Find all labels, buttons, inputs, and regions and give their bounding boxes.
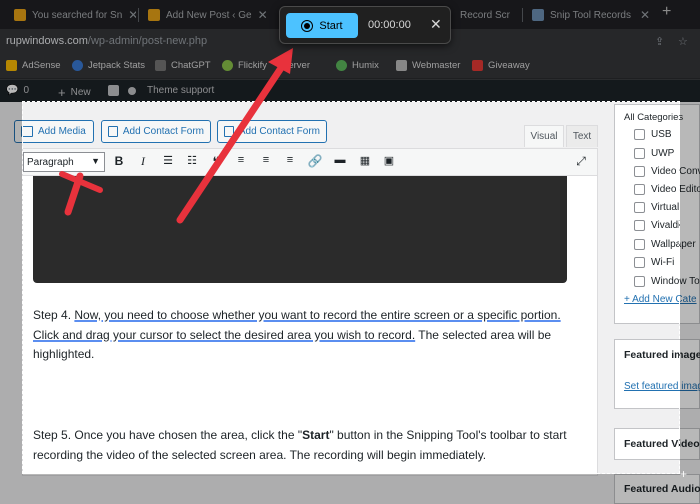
dim-overlay (0, 101, 22, 504)
recording-timer: 00:00:00 (368, 19, 411, 31)
close-icon[interactable]: ✕ (430, 16, 442, 33)
dim-overlay (680, 101, 700, 504)
crosshair-cursor-icon: + (680, 467, 687, 481)
snipping-tool-toolbar: Start 00:00:00 ✕ (279, 6, 451, 44)
screenshot-root: You searched for Sn ✕ Add New Post ‹ Ge … (0, 0, 700, 504)
start-label: Start (319, 20, 342, 32)
record-icon (301, 20, 313, 32)
dim-overlay (22, 474, 680, 504)
start-recording-button[interactable]: Start (286, 13, 358, 38)
selection-area[interactable]: + (22, 101, 680, 474)
